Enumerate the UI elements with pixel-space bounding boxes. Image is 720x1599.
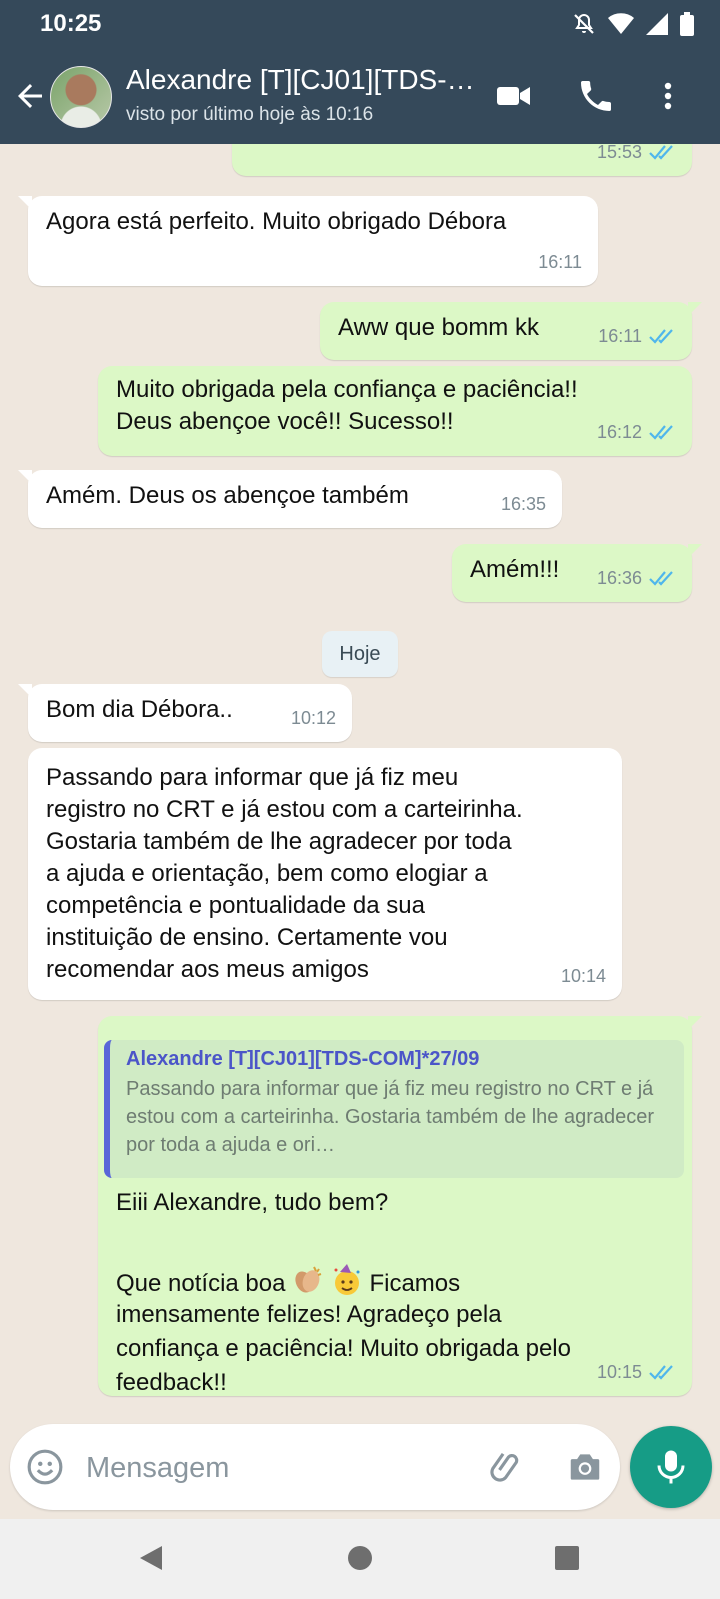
read-ticks-icon — [649, 329, 673, 344]
message-bubble-outgoing[interactable]: Amém!!! 16:36 — [452, 544, 702, 602]
message-bubble-incoming[interactable]: Agora está perfeito. Muito obrigado Débo… — [18, 196, 598, 286]
message-composer — [10, 1424, 620, 1510]
message-bubble-incoming[interactable]: Amém. Deus os abençoe também 16:35 — [18, 470, 562, 528]
back-triangle-icon[interactable] — [136, 1543, 166, 1573]
party-face-emoji — [334, 1264, 360, 1295]
quoted-message[interactable]: Alexandre [T][CJ01][TDS-COM]*27/09 Passa… — [104, 1040, 684, 1178]
microphone-button[interactable] — [630, 1426, 712, 1508]
message-text-rest: imensamente felizes! Agradeço pela confi… — [116, 1301, 571, 1396]
message-text: Passando para informar que já fiz meu re… — [46, 764, 523, 983]
message-text: Amém. Deus os abençoe também — [46, 482, 409, 509]
camera-icon[interactable] — [565, 1448, 605, 1486]
emoji-icon[interactable] — [26, 1448, 64, 1486]
message-time: 16:35 — [500, 494, 546, 514]
message-text: Agora está perfeito. Muito obrigado Débo… — [46, 208, 507, 235]
message-line-1: Eiii Alexandre, tudo bem? — [116, 1189, 389, 1216]
chat-messages[interactable]: 15:53 Agora está perfeito. Muito obrigad… — [0, 144, 720, 1424]
video-call-icon[interactable] — [494, 76, 534, 116]
message-time: 10:15 — [596, 1362, 642, 1382]
home-circle-icon[interactable] — [347, 1545, 373, 1571]
status-time: 10:25 — [40, 10, 102, 37]
signal-icon — [646, 13, 668, 35]
message-time: 10:14 — [560, 966, 606, 986]
read-ticks-icon — [649, 571, 673, 586]
message-line-2-end: Ficamos — [369, 1270, 461, 1297]
message-time: 16:36 — [596, 568, 642, 588]
system-navigation-bar — [0, 1519, 720, 1599]
battery-icon — [680, 12, 694, 36]
message-time: 16:11 — [598, 326, 642, 346]
message-bubble-incoming[interactable]: Bom dia Débora.. 10:12 — [18, 684, 352, 742]
wifi-icon — [608, 13, 634, 34]
mute-icon — [574, 13, 594, 34]
message-line-2-start: Que notícia boa — [116, 1270, 293, 1297]
message-bubble-outgoing[interactable]: 15:53 — [232, 144, 692, 176]
message-time: 16:12 — [596, 422, 642, 442]
message-line-2: Que notícia boa Ficamos — [116, 1264, 460, 1301]
message-time: 15:53 — [596, 144, 642, 162]
quoted-author: Alexandre [T][CJ01][TDS-COM]*27/09 — [126, 1048, 480, 1070]
recents-square-icon[interactable] — [554, 1545, 580, 1571]
message-bubble-incoming[interactable]: Passando para informar que já fiz meu re… — [28, 748, 622, 1000]
contact-last-seen: visto por último hoje às 10:16 — [126, 104, 374, 125]
clapping-hands-emoji — [295, 1266, 322, 1293]
date-separator: Hoje — [322, 631, 398, 677]
attach-icon[interactable] — [488, 1448, 526, 1486]
read-ticks-icon — [649, 1365, 673, 1380]
chat-header: Alexandre [T][CJ01][TDS-COM]*27/09 visto… — [0, 48, 720, 144]
contact-avatar[interactable] — [50, 66, 112, 128]
more-options-icon[interactable] — [648, 76, 688, 116]
message-bubble-outgoing[interactable]: Muito obrigada pela confiança e paciênci… — [98, 366, 692, 456]
read-ticks-icon — [649, 145, 673, 160]
contact-name[interactable]: Alexandre [T][CJ01][TDS-COM]*27/09 — [126, 64, 486, 96]
quoted-text: Passando para informar que já fiz meu re… — [126, 1078, 655, 1156]
message-bubble-outgoing[interactable]: Aww que bomm kk 16:11 — [320, 302, 702, 360]
phone-call-icon[interactable] — [576, 76, 616, 116]
read-ticks-icon — [649, 425, 673, 440]
message-input[interactable] — [84, 1445, 488, 1491]
status-bar: 10:25 — [0, 0, 720, 48]
message-time: 10:12 — [290, 708, 336, 728]
back-arrow-icon[interactable] — [12, 78, 48, 114]
message-time: 16:11 — [538, 252, 582, 272]
microphone-icon — [657, 1450, 685, 1484]
